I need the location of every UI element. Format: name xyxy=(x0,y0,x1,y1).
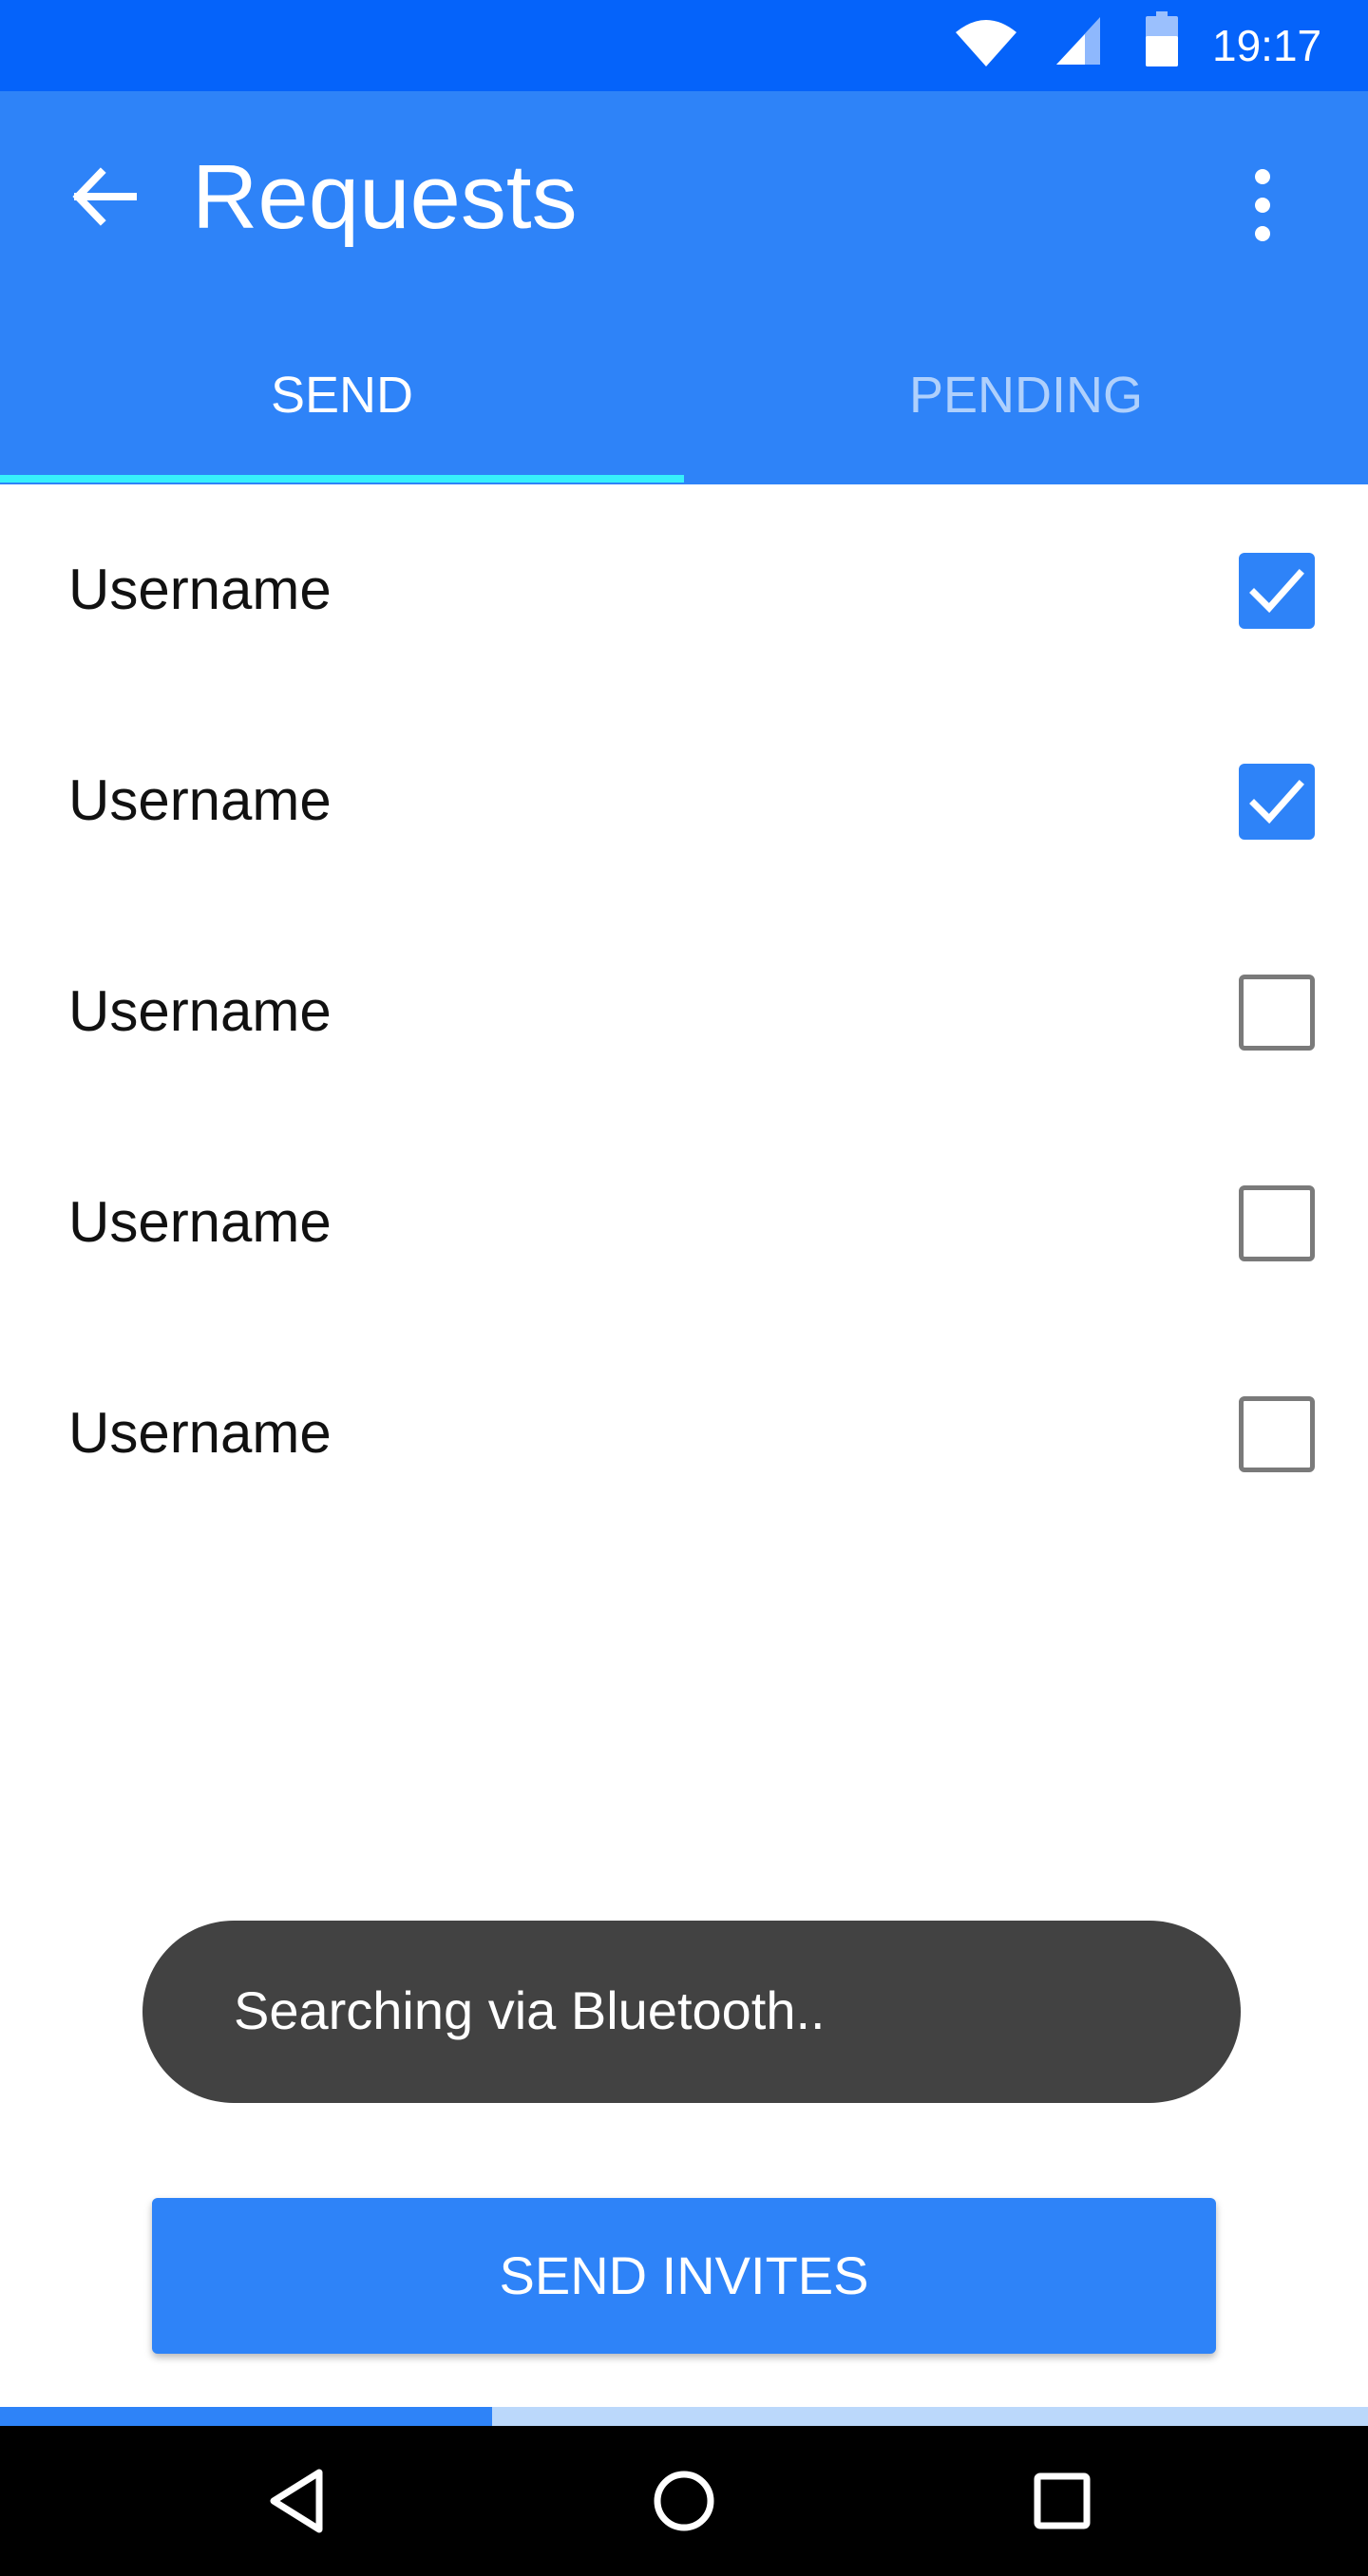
battery-icon xyxy=(1146,11,1178,66)
list-item[interactable]: Username xyxy=(0,906,1368,1117)
tab-pending[interactable]: PENDING xyxy=(684,348,1368,484)
username-label: Username xyxy=(68,1401,332,1465)
page-title: Requests xyxy=(192,146,578,248)
checkbox[interactable] xyxy=(1239,1396,1315,1472)
username-label: Username xyxy=(68,558,332,621)
check-icon xyxy=(1249,780,1304,824)
clock-time: 19:17 xyxy=(1212,21,1322,70)
username-label: Username xyxy=(68,768,332,832)
progress-fill xyxy=(0,2407,493,2426)
list-item[interactable]: Username xyxy=(0,1117,1368,1328)
back-triangle-icon[interactable] xyxy=(262,2463,338,2539)
tab-send[interactable]: SEND xyxy=(0,348,684,484)
send-invites-button[interactable]: SEND INVITES xyxy=(152,2198,1216,2354)
status-bar: 19:17 xyxy=(0,0,1368,91)
username-label: Username xyxy=(68,1190,332,1254)
checkbox[interactable] xyxy=(1239,553,1315,629)
more-vert-icon[interactable] xyxy=(1239,163,1286,249)
list-item[interactable]: Username xyxy=(0,695,1368,906)
checkbox[interactable] xyxy=(1239,1185,1315,1261)
progress-bar xyxy=(0,2407,1368,2426)
navigation-bar xyxy=(0,2426,1368,2576)
list-item[interactable]: Username xyxy=(0,1328,1368,1539)
app-bar: Requests SEND PENDING xyxy=(0,91,1368,484)
home-circle-icon[interactable] xyxy=(646,2463,722,2539)
wifi-icon xyxy=(956,20,1016,66)
checkbox[interactable] xyxy=(1239,975,1315,1051)
recents-square-icon[interactable] xyxy=(1024,2463,1100,2539)
username-label: Username xyxy=(68,979,332,1043)
toast-message: Searching via Bluetooth.. xyxy=(142,1921,1241,2103)
tab-indicator xyxy=(0,475,684,483)
check-icon xyxy=(1249,569,1304,614)
toast-text: Searching via Bluetooth.. xyxy=(234,1980,826,2040)
arrow-back-icon[interactable] xyxy=(66,158,144,236)
checkbox[interactable] xyxy=(1239,764,1315,840)
cellular-signal-icon xyxy=(1056,17,1100,65)
list-item[interactable]: Username xyxy=(0,484,1368,695)
